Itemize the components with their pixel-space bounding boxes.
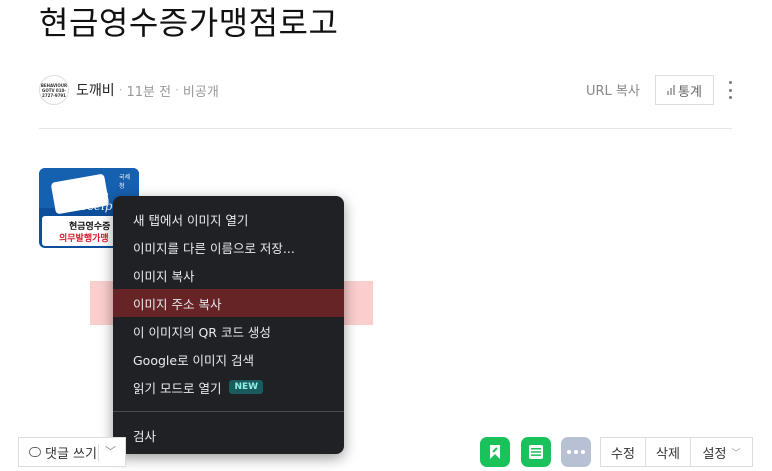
post-meta: BEHAVIOUR GOTV 010-2727-9791 도깨비 · 11분 전…	[39, 73, 219, 107]
list-button[interactable]	[521, 437, 551, 467]
menu-item-copy-image[interactable]: 이미지 복사	[113, 261, 344, 289]
bookmark-button[interactable]	[480, 437, 510, 467]
speech-bubble-icon	[29, 447, 41, 457]
comment-label: 댓글 쓰기	[45, 446, 97, 462]
new-badge: NEW	[229, 380, 264, 394]
menu-item-copy-image-address[interactable]: 이미지 주소 복사	[113, 289, 344, 317]
chevron-down-icon: ﹀	[731, 448, 741, 459]
list-icon	[529, 445, 543, 459]
menu-item-save-image-as[interactable]: 이미지를 다른 이름으로 저장...	[113, 233, 344, 261]
bar-chart-icon	[667, 85, 676, 95]
stats-button[interactable]: 통계	[655, 75, 714, 105]
chevron-down-icon[interactable]: ﹀	[105, 443, 116, 459]
menu-item-inspect[interactable]: 검사	[113, 421, 344, 449]
post-visibility: 비공개	[182, 84, 219, 100]
header-divider	[39, 128, 732, 129]
post-time: 11분 전	[126, 84, 172, 100]
delete-button[interactable]: 삭제	[646, 438, 691, 466]
menu-item-reading-mode[interactable]: 읽기 모드로 열기 NEW	[113, 373, 344, 401]
url-copy-link[interactable]: URL 복사	[586, 80, 640, 99]
menu-separator	[113, 411, 344, 412]
more-options-icon[interactable]	[724, 78, 736, 102]
menu-item-create-qr-code[interactable]: 이 이미지의 QR 코드 생성	[113, 317, 344, 345]
avatar[interactable]: BEHAVIOUR GOTV 010-2727-9791	[39, 75, 69, 105]
menu-item-search-image-google[interactable]: Google로 이미지 검색	[113, 345, 344, 373]
menu-item-open-image-new-tab[interactable]: 새 탭에서 이미지 열기	[113, 205, 344, 233]
settings-label: 설정	[702, 446, 727, 462]
ellipsis-icon	[567, 450, 585, 454]
stats-label: 통계	[678, 84, 702, 100]
logo-receipt-text: Receipt	[71, 199, 118, 213]
author-name[interactable]: 도깨비	[76, 80, 115, 100]
comment-button[interactable]: 댓글 쓰기 ﹀	[18, 437, 126, 467]
post-title: 현금영수증가맹점로고	[39, 4, 339, 42]
logo-line2: 의무발행가맹	[59, 234, 109, 244]
avatar-text: BEHAVIOUR GOTV 010-2727-9791	[40, 82, 68, 98]
post-action-group: 수정 삭제 설정 ﹀	[600, 437, 753, 467]
seal-text: 국세청	[119, 174, 131, 190]
edit-button[interactable]: 수정	[601, 438, 646, 466]
context-menu: 새 탭에서 이미지 열기 이미지를 다른 이름으로 저장... 이미지 복사 이…	[113, 196, 344, 454]
settings-button[interactable]: 설정 ﹀	[691, 438, 752, 466]
meta-separator: ·	[175, 83, 179, 97]
more-button[interactable]	[561, 437, 591, 467]
meta-separator: ·	[118, 83, 123, 97]
bookmark-icon	[490, 445, 500, 459]
